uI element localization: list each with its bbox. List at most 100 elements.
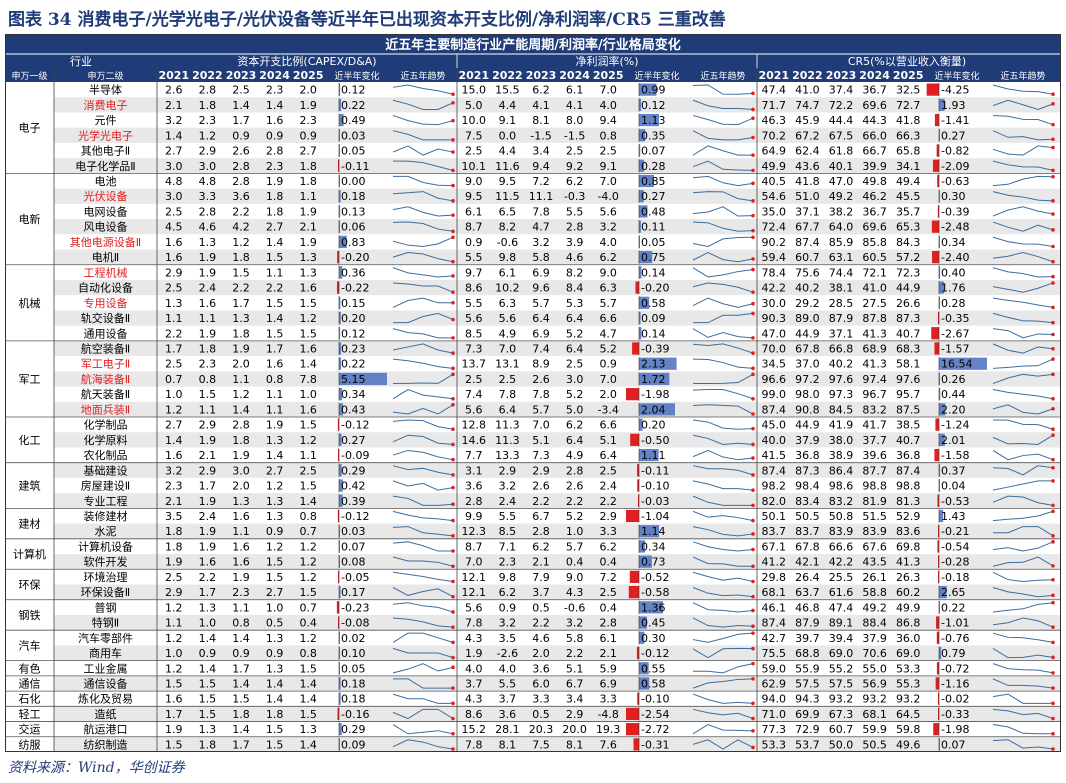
- value-cell: 6.2: [532, 540, 550, 553]
- value-cell: 89.1: [829, 617, 854, 630]
- value-cell: 2.8: [465, 495, 483, 508]
- value-cell: 2.6: [566, 480, 584, 493]
- value-cell: 2.2: [532, 495, 550, 508]
- value-cell: 2.8: [232, 160, 250, 173]
- value-cell: 40.5: [762, 175, 787, 188]
- value-cell: 46.8: [795, 601, 820, 614]
- trend-endpoint: [751, 473, 755, 477]
- trend-endpoint: [451, 213, 455, 217]
- trend-endpoint: [751, 396, 755, 401]
- industry-name: 电池: [95, 175, 117, 188]
- trend-endpoint: [751, 426, 755, 431]
- industry-name: 化学原料: [84, 433, 128, 447]
- value-cell: 49.9: [896, 601, 921, 614]
- value-cell: 1.8: [266, 205, 284, 218]
- table-row: 农化制品 1.6 2.1 1.9 1.4 1.1 -0.09 7.7 13.3 7.3 4.9 6.4…: [84, 448, 1055, 462]
- value-cell: 4.3: [465, 693, 483, 706]
- change-value: 0.27: [641, 190, 666, 203]
- value-cell: 98.0: [795, 388, 820, 401]
- value-cell: 5.6: [465, 403, 483, 416]
- value-cell: 1.4: [266, 677, 284, 690]
- value-cell: 0.5: [532, 601, 550, 614]
- value-cell: 2.5: [599, 145, 617, 158]
- value-cell: 78.4: [762, 266, 787, 279]
- change-value: -2.72: [641, 723, 669, 736]
- trend-line: [392, 358, 454, 369]
- value-cell: 96.7: [862, 388, 887, 401]
- trend-endpoint: [751, 213, 755, 218]
- value-cell: -1.5: [564, 129, 585, 142]
- trend-endpoint: [451, 372, 455, 377]
- table-row: 水泥 1.8 1.9 1.1 0.9 0.7 0.03 12.3 8.5 2.8 1.0 3.3 1.1…: [54, 523, 1061, 539]
- value-cell: 2.1: [165, 495, 183, 508]
- value-cell: 13.7: [462, 358, 487, 371]
- change-value: 0.85: [641, 175, 666, 188]
- industry-name: 风电设备: [84, 220, 128, 234]
- trend-line: [992, 358, 1054, 369]
- value-cell: 8.6: [465, 708, 483, 721]
- value-cell: 2.2: [266, 282, 284, 295]
- value-cell: 87.8: [862, 312, 887, 325]
- value-cell: 75.6: [795, 266, 820, 279]
- trend-line: [992, 206, 1054, 217]
- value-cell: 68.9: [862, 342, 887, 355]
- value-cell: 57.5: [829, 677, 854, 690]
- trend-endpoint: [1051, 274, 1055, 279]
- value-cell: 6.2: [599, 540, 617, 553]
- value-cell: 2.2: [532, 617, 550, 630]
- value-cell: 1.6: [165, 449, 183, 462]
- value-cell: 65.8: [896, 145, 921, 158]
- value-cell: 40.7: [896, 434, 921, 447]
- value-cell: 12.3: [462, 525, 487, 538]
- value-cell: 6.3: [599, 282, 617, 295]
- value-cell: 38.5: [896, 419, 921, 432]
- industry-name: 航空装备Ⅱ: [81, 341, 130, 355]
- value-cell: 5.2: [566, 327, 584, 340]
- value-cell: 90.8: [795, 403, 820, 416]
- value-cell: 93.2: [896, 693, 921, 706]
- header-year: 2021: [758, 69, 789, 82]
- value-cell: 1.6: [165, 693, 183, 706]
- value-cell: 1.9: [232, 571, 250, 584]
- trend-line: [992, 693, 1053, 704]
- table-row: 环保设备Ⅱ 2.9 1.7 2.3 2.7 1.5 0.17 12.1 6.2 3.7 4.3 2.5…: [54, 584, 1061, 600]
- value-cell: 4.7: [599, 327, 617, 340]
- value-cell: 26.6: [896, 297, 921, 310]
- change-value: 0.75: [641, 251, 666, 264]
- trend-endpoint: [1051, 168, 1055, 173]
- value-cell: 3.3: [532, 693, 550, 706]
- value-cell: -0.6: [564, 601, 585, 614]
- industry-name: 造纸: [95, 707, 117, 721]
- value-cell: 6.1: [465, 205, 483, 218]
- trend-endpoint: [1051, 655, 1055, 660]
- value-cell: 37.1: [795, 205, 820, 218]
- value-cell: 7.8: [465, 738, 483, 751]
- value-cell: 44.9: [795, 327, 820, 340]
- value-cell: 1.5: [299, 708, 317, 721]
- value-cell: 1.2: [299, 571, 317, 584]
- data-table: 近五年主要制造行业产能周期/利润率/行业格局变化 行业 资本开支比例(CAPEX/D…: [5, 34, 1061, 752]
- trend-endpoint: [751, 594, 755, 599]
- value-cell: 9.0: [465, 175, 483, 188]
- trend-line: [992, 663, 1054, 674]
- value-cell: 49.6: [896, 738, 921, 751]
- change-value: -0.12: [341, 510, 369, 523]
- change-value: 1.93: [941, 99, 966, 112]
- value-cell: 8.6: [465, 282, 483, 295]
- value-cell: 70.2: [762, 129, 787, 142]
- value-cell: 67.8: [795, 342, 820, 355]
- value-cell: 7.8: [299, 373, 317, 386]
- value-cell: 1.3: [266, 434, 284, 447]
- value-cell: 2.3: [299, 114, 317, 127]
- industry-name: 农化制品: [84, 448, 128, 462]
- value-cell: 8.9: [532, 358, 550, 371]
- value-cell: 2.2: [566, 647, 584, 660]
- value-cell: 50.8: [829, 510, 854, 523]
- value-cell: 46.2: [862, 190, 887, 203]
- table-row: 电池 4.8 4.8 2.8 1.9 1.8 0.00 9.0 9.5 7.2 6.2 7.0 0.85…: [95, 174, 1055, 188]
- value-cell: 67.5: [829, 129, 854, 142]
- change-value: -0.05: [341, 571, 369, 584]
- header-year: 2023: [526, 69, 557, 82]
- value-cell: 38.9: [829, 449, 854, 462]
- value-cell: 1.5: [266, 738, 284, 751]
